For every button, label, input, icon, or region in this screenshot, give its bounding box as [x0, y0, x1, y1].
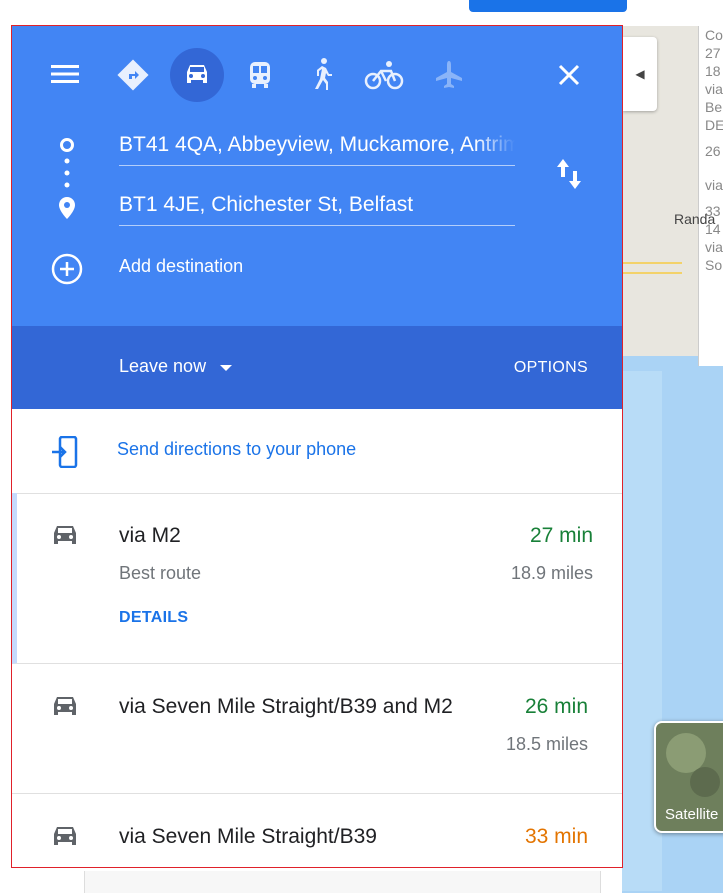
text-fade — [475, 125, 515, 165]
best-route-mode-icon[interactable] — [116, 58, 150, 92]
callout-text: Be — [705, 99, 723, 115]
send-to-phone-icon — [50, 435, 80, 469]
route-option[interactable]: via M2 27 min Best route 18.9 miles DETA… — [12, 493, 622, 664]
travel-mode-bar — [12, 46, 622, 102]
departure-bar: Leave now OPTIONS — [12, 326, 622, 409]
car-icon — [187, 65, 207, 83]
add-destination-link[interactable]: Add destination — [119, 256, 243, 277]
map-route-callouts[interactable]: Co 27 18 via Be DE 26 via 33 14 via So — [698, 26, 723, 366]
options-button[interactable]: OPTIONS — [514, 359, 588, 377]
directions-header: BT41 4QA, Abbeyview, Muckamore, Antrim B… — [12, 26, 622, 326]
satellite-label: Satellite — [665, 806, 719, 823]
map-road — [622, 262, 682, 274]
route-option[interactable]: via Seven Mile Straight/B39 and M2 26 mi… — [12, 664, 622, 794]
satellite-toggle[interactable]: Satellite — [654, 721, 723, 833]
leave-now-label: Leave now — [119, 356, 207, 376]
callout-text: 26 — [705, 143, 721, 159]
add-circle-icon[interactable] — [50, 252, 84, 286]
leave-now-dropdown[interactable]: Leave now — [119, 356, 233, 377]
route-distance: 18.5 miles — [505, 734, 588, 754]
origin-text: BT41 4QA, Abbeyview, Muckamore, Antrim — [119, 133, 515, 156]
chevron-left-icon: ◀ — [635, 67, 645, 81]
map-place-label: Randa — [674, 211, 716, 227]
origin-circle-icon — [58, 136, 76, 154]
destination-text: BT1 4JE, Chichester St, Belfast — [119, 193, 414, 216]
dropdown-arrow-icon — [220, 356, 233, 377]
destination-pin-icon — [58, 196, 76, 220]
top-bar — [0, 0, 655, 26]
send-to-phone-link[interactable]: Send directions to your phone — [117, 439, 356, 460]
callout-text: 18 — [705, 63, 721, 79]
route-distance: 18.9 miles — [510, 563, 593, 583]
top-action-button[interactable] — [469, 0, 627, 12]
close-icon[interactable] — [554, 60, 584, 90]
route-dots-icon — [64, 156, 70, 196]
callout-text: Co — [705, 27, 723, 43]
menu-icon[interactable] — [50, 62, 80, 86]
route-title: via Seven Mile Straight/B39 — [119, 825, 377, 848]
route-option[interactable]: via Seven Mile Straight/B39 33 min — [12, 794, 622, 867]
callout-text: So — [705, 257, 723, 273]
bottom-bar — [84, 871, 601, 893]
walking-mode-icon[interactable] — [307, 56, 337, 92]
flight-mode-icon[interactable] — [432, 58, 466, 92]
driving-mode-button[interactable] — [170, 48, 224, 102]
callout-text: 27 — [705, 45, 721, 61]
callout-text: via — [705, 239, 723, 255]
route-title: via M2 — [119, 524, 181, 547]
route-duration: 33 min — [524, 825, 588, 848]
cycling-mode-icon[interactable] — [364, 58, 404, 92]
swap-directions-icon[interactable] — [552, 156, 586, 192]
collapse-panel-button[interactable]: ◀ — [623, 37, 657, 111]
route-duration: 26 min — [524, 695, 588, 718]
route-subtitle: Best route — [119, 563, 202, 583]
origin-input[interactable]: BT41 4QA, Abbeyview, Muckamore, Antrim — [119, 125, 515, 166]
car-icon — [50, 824, 80, 855]
car-icon — [50, 694, 80, 725]
car-icon — [50, 523, 80, 554]
callout-text: via — [705, 81, 723, 97]
callout-text: DE — [705, 117, 723, 133]
satellite-thumbnail-shade — [690, 767, 720, 797]
send-to-phone-row[interactable]: Send directions to your phone — [12, 409, 622, 494]
directions-panel: BT41 4QA, Abbeyview, Muckamore, Antrim B… — [11, 25, 623, 868]
destination-input[interactable]: BT1 4JE, Chichester St, Belfast — [119, 185, 515, 226]
route-title: via Seven Mile Straight/B39 and M2 — [119, 695, 453, 718]
callout-text: via — [705, 177, 723, 193]
route-details-link[interactable]: DETAILS — [119, 609, 188, 627]
transit-mode-icon[interactable] — [245, 58, 275, 92]
route-duration: 27 min — [529, 524, 593, 547]
